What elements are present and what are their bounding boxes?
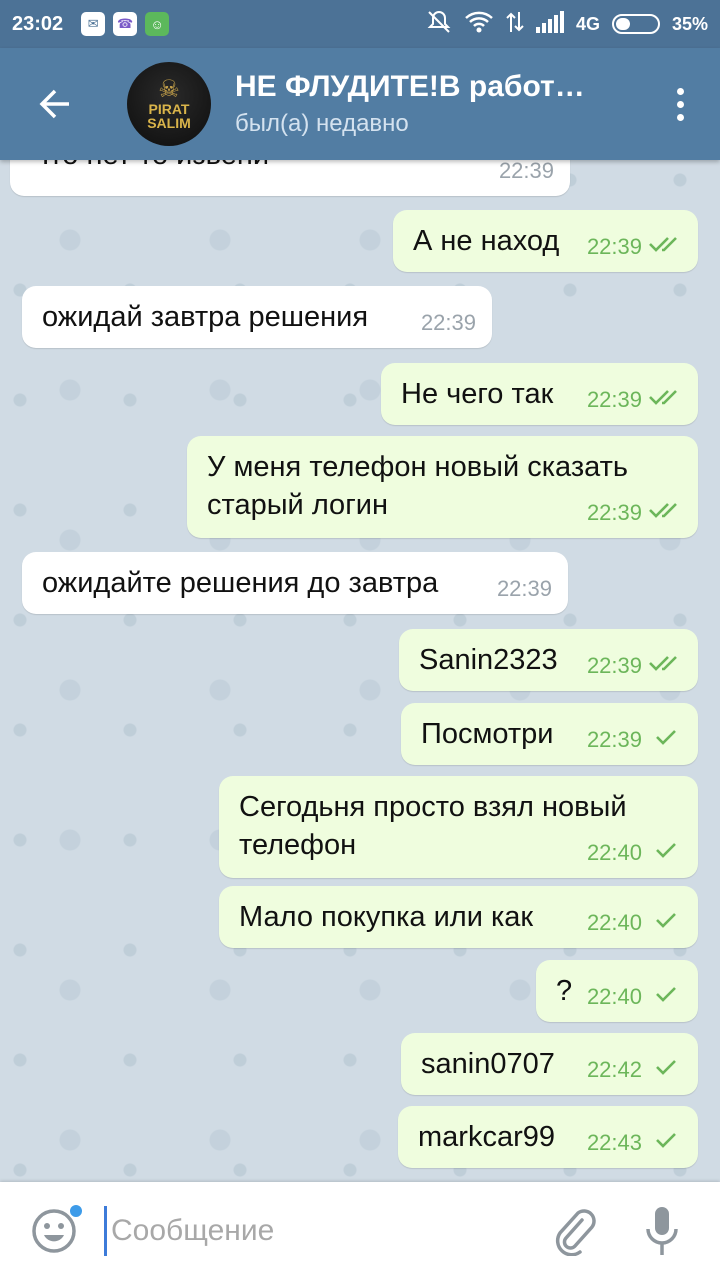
check-icon xyxy=(648,721,682,759)
chat-header: ☠ PIRAT SALIM НЕ ФЛУДИТЕ!В работ… был(а)… xyxy=(0,48,720,160)
message-bubble[interactable]: markcar99 22:43 xyxy=(398,1106,698,1168)
check-icon xyxy=(648,904,682,942)
battery-fill xyxy=(615,18,630,30)
message-text: Sanin2323 xyxy=(419,644,558,676)
message-text: markcar99 xyxy=(418,1121,555,1153)
data-arrows-icon xyxy=(506,10,524,39)
new-sticker-dot xyxy=(68,1203,84,1219)
message-time: 22:39 xyxy=(420,310,476,335)
viber-icon: ☎ xyxy=(113,12,138,36)
chat-title: НЕ ФЛУДИТЕ!В работ… xyxy=(235,70,585,103)
skull-icon: ☠ xyxy=(158,76,180,103)
double-check-icon xyxy=(648,494,682,532)
check-icon xyxy=(648,1051,682,1089)
message-bubble[interactable]: Не чего так 22:39 xyxy=(381,363,698,425)
double-check-icon xyxy=(648,647,682,685)
message-bubble[interactable]: Посмотри 22:39 xyxy=(401,703,698,765)
check-icon xyxy=(648,1124,682,1162)
message-time: 22:40 xyxy=(586,840,642,865)
message-time: 22:39 xyxy=(586,653,642,678)
message-bubble[interactable]: ? 22:40 xyxy=(536,960,698,1022)
message-bubble[interactable]: Сегодьня просто взял новый телефон 22:40 xyxy=(219,776,698,878)
dot-icon xyxy=(676,100,684,108)
android-icon: ☺ xyxy=(145,12,170,36)
wifi-icon xyxy=(464,10,494,39)
double-check-icon xyxy=(648,228,682,266)
message-time: 22:40 xyxy=(586,910,642,935)
message-bubble[interactable]: А не наход 22:39 xyxy=(393,210,698,272)
check-icon xyxy=(648,978,682,1016)
status-time: 23:02 xyxy=(12,12,64,35)
message-text: sanin0707 xyxy=(421,1048,555,1080)
message-time: 22:39 xyxy=(586,387,642,412)
mute-icon xyxy=(426,9,452,40)
double-check-icon xyxy=(648,381,682,419)
message-bubble[interactable]: Sanin2323 22:39 xyxy=(399,629,698,691)
chat-title-block[interactable]: НЕ ФЛУДИТЕ!В работ… был(а) недавно xyxy=(235,70,635,138)
network-type: 4G xyxy=(575,13,600,34)
message-time: 22:39 xyxy=(496,576,552,601)
message-bubble[interactable]: sanin0707 22:42 xyxy=(401,1033,698,1095)
battery-percent: 35% xyxy=(671,13,708,34)
message-text: А не наход xyxy=(413,225,560,257)
message-text: Мало покупка или как xyxy=(239,901,534,933)
paperclip-icon xyxy=(555,1209,596,1257)
signal-icon xyxy=(535,10,564,38)
message-time: 22:39 xyxy=(586,234,642,259)
more-menu-button[interactable] xyxy=(668,87,692,121)
avatar[interactable]: ☠ PIRAT SALIM xyxy=(127,62,211,146)
message-input[interactable]: Сообщение xyxy=(104,1206,504,1256)
dot-icon xyxy=(676,113,684,121)
avatar-text-2: SALIM xyxy=(147,115,191,131)
message-text: Сегодьня просто взял новый телефон xyxy=(239,791,627,861)
message-time: 22:39 xyxy=(586,500,642,525)
battery-icon xyxy=(611,14,660,34)
message-time: 22:42 xyxy=(586,1057,642,1082)
message-time: 22:40 xyxy=(586,984,642,1009)
message-text: ожидай завтра решения xyxy=(42,301,369,333)
message-time: 22:39 xyxy=(586,727,642,752)
voice-record-button[interactable] xyxy=(644,1205,680,1257)
message-text: Посмотри xyxy=(421,718,554,750)
dot-icon xyxy=(676,87,684,95)
message-composer: Сообщение xyxy=(0,1182,720,1280)
attach-button[interactable] xyxy=(552,1206,596,1257)
arrow-left-icon xyxy=(39,89,69,119)
message-text: ожидайте решения до завтра xyxy=(42,567,439,599)
message-bubble[interactable]: Мало покупка или как 22:40 xyxy=(219,886,698,948)
message-bubble[interactable]: ожидай завтра решения 22:39 xyxy=(22,286,492,348)
message-bubble[interactable]: У меня телефон новый сказать старый логи… xyxy=(187,436,698,538)
message-time: 22:43 xyxy=(586,1130,642,1155)
message-list[interactable]: Что нет то извени 22:39 А не наход 22:39 о… xyxy=(0,160,720,1182)
message-text: ? xyxy=(556,975,573,1007)
message-text: У меня телефон новый сказать старый логи… xyxy=(207,451,629,521)
messages-icon: ✉ xyxy=(81,12,106,36)
status-bar: 23:02 ✉ ☎ ☺ 4G 35% xyxy=(0,0,720,48)
back-button[interactable] xyxy=(27,76,83,132)
chat-subtitle: был(а) недавно xyxy=(235,110,409,137)
microphone-icon xyxy=(646,1207,678,1255)
message-text: Не чего так xyxy=(401,378,554,410)
avatar-text-1: PIRAT xyxy=(148,101,190,117)
message-bubble[interactable]: Что нет то извени 22:39 xyxy=(10,160,570,196)
message-time: 22:39 xyxy=(498,160,554,183)
message-bubble[interactable]: ожидайте решения до завтра 22:39 xyxy=(22,552,568,614)
check-icon xyxy=(648,834,682,872)
emoji-button[interactable] xyxy=(30,1203,84,1255)
message-text: Что нет то извени xyxy=(30,160,269,171)
